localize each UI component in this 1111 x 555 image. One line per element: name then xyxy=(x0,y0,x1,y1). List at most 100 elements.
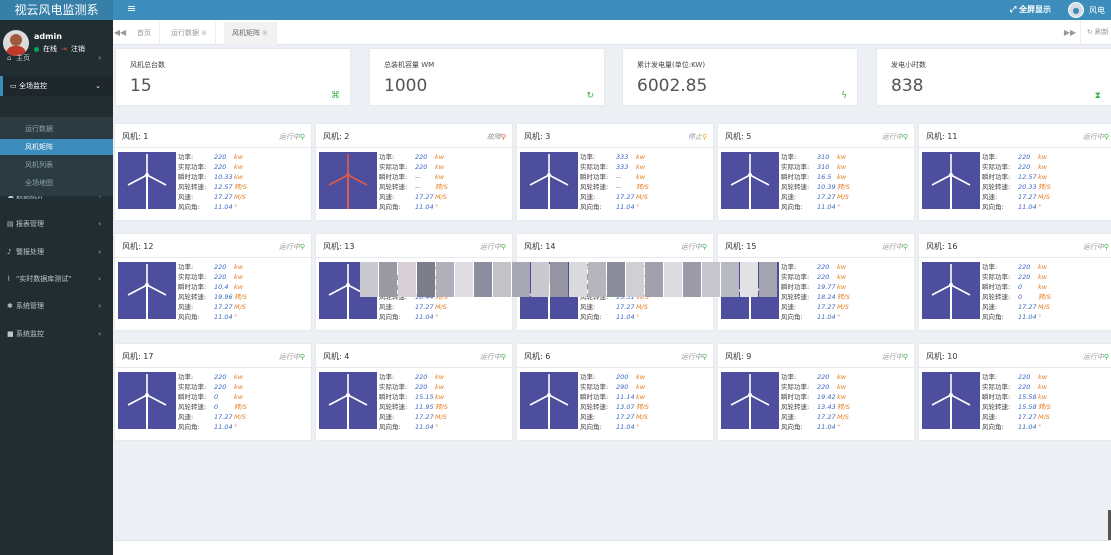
tab-home-label: 首页 xyxy=(137,29,151,37)
blur-block xyxy=(702,262,720,297)
submenu-item-1[interactable]: 风机矩阵 xyxy=(0,139,113,155)
tab-prev-icon[interactable]: ◀◀ xyxy=(113,20,127,45)
field-value: 18.24 xyxy=(817,293,836,301)
field-unit: kw xyxy=(1038,163,1048,171)
turbine-card[interactable]: 风机: 12 运行中⚲ 功率: 220 kw 实际功率: 220 kw 瞬时功率: 10.4 kw 风… xyxy=(114,233,312,331)
turbine-data-row: 风向角: 11.04 ° xyxy=(178,312,308,322)
user-menu[interactable]: ● 风电 xyxy=(1068,2,1105,18)
turbine-card[interactable]: 风机: 5 运行中⚲ 功率: 310 kw 实际功率: 310 kw 瞬时功率: 16.5 kw 风轮… xyxy=(717,123,915,221)
turbine-data-row: 功率: 220 kw xyxy=(982,152,1111,162)
blur-block xyxy=(683,262,701,297)
field-unit: 转/S xyxy=(435,183,448,191)
turbine-data-row: 功率: 220 kw xyxy=(982,262,1111,272)
field-label: 风轮转速: xyxy=(178,183,207,191)
tab-turbine-matrix[interactable]: 风机矩阵 ⊗ xyxy=(224,22,277,45)
stat-box: 发电小时数 838 ⧗ xyxy=(876,48,1111,106)
field-label: 瞬时功率: xyxy=(781,283,810,291)
tab-next-icon[interactable]: ▶▶ xyxy=(1063,20,1077,45)
turbine-card[interactable]: 风机: 6 运行中⚲ 功率: 200 kw 实际功率: 290 kw 瞬时功率: 11.14 kw 风… xyxy=(516,343,714,441)
field-value: 15.58 xyxy=(1018,393,1037,401)
blur-block xyxy=(360,262,378,297)
turbine-name: 风机: 16 xyxy=(926,242,958,251)
turbine-data-row: 实际功率: 220 kw xyxy=(982,272,1111,282)
turbine-data-row: 风速: 17.27 M/S xyxy=(781,192,911,202)
submenu-item-0[interactable]: 运行数据 xyxy=(0,121,113,137)
field-label: 风向角: xyxy=(580,203,602,211)
turbine-status: 运行中⚲ xyxy=(480,352,506,362)
turbine-card[interactable]: 风机: 2 故障⚲ 功率: 220 kw 实际功率: 220 kw 瞬时功率: -- kw 风轮转速:… xyxy=(315,123,513,221)
stat-label: 发电小时数 xyxy=(891,61,926,69)
field-unit: ° xyxy=(435,423,439,431)
turbine-data-row: 风轮转速: 15.58 转/S xyxy=(982,402,1111,412)
field-unit: kw xyxy=(234,153,244,161)
field-label: 风速: xyxy=(178,413,194,421)
turbine-card[interactable]: 风机: 10 运行中⚲ 功率: 220 kw 实际功率: 220 kw 瞬时功率: 15.58 kw… xyxy=(918,343,1111,441)
close-icon[interactable]: ⊗ xyxy=(262,29,268,37)
location-pin-icon: ⚲ xyxy=(299,353,305,361)
turbine-data-row: 瞬时功率: 19.77 kw xyxy=(781,282,911,292)
field-value: 10.39 xyxy=(817,183,836,191)
field-value: 11.14 xyxy=(616,393,635,401)
field-label: 风速: xyxy=(580,413,596,421)
turbine-status-label: 运行中 xyxy=(1082,133,1104,141)
submenu-item-2[interactable]: 风机列表 xyxy=(0,157,113,173)
turbine-card[interactable]: 风机: 4 运行中⚲ 功率: 220 kw 实际功率: 220 kw 瞬时功率: 15.15 kw 风… xyxy=(315,343,513,441)
turbine-card-header: 风机: 15 运行中⚲ xyxy=(718,234,914,258)
turbine-data-row: 风向角: 11.04 ° xyxy=(580,312,710,322)
field-unit: kw xyxy=(435,163,445,171)
turbine-card[interactable]: 风机: 1 运行中⚲ 功率: 220 kw 实际功率: 220 kw 瞬时功率: 10.33 kw 风… xyxy=(114,123,312,221)
field-unit: kw xyxy=(234,373,244,381)
tab-home[interactable]: 首页 xyxy=(129,22,160,45)
turbine-data-row: 瞬时功率: 0 kw xyxy=(178,392,308,402)
sidebar-item-4[interactable]: ♪ 警报处理 ‹ xyxy=(0,242,113,262)
turbine-status: 运行中⚲ xyxy=(882,242,908,252)
field-value: 220 xyxy=(415,163,428,171)
field-label: 风轮转速: xyxy=(781,403,810,411)
location-pin-icon: ⚲ xyxy=(500,243,506,251)
chevron-left-icon: ‹ xyxy=(98,220,101,228)
blur-block xyxy=(588,262,606,297)
sidebar-item-3[interactable]: ▤ 报表管理 ‹ xyxy=(0,214,113,234)
turbine-data-row: 瞬时功率: 11.14 kw xyxy=(580,392,710,402)
camera-icon: ■ xyxy=(7,330,14,338)
sidebar-item-1[interactable]: ▭ 全场监控 ⌄ xyxy=(0,76,113,96)
location-pin-icon: ⚲ xyxy=(1103,243,1109,251)
turbine-card[interactable]: 风机: 16 运行中⚲ 功率: 220 kw 实际功率: 220 kw 瞬时功率: 0 kw 风轮转速… xyxy=(918,233,1111,331)
turbine-card[interactable]: 风机: 3 停止⚲ 功率: 333 kw 实际功率: 333 kw 瞬时功率: -- kw 风轮转速:… xyxy=(516,123,714,221)
turbine-status: 运行中⚲ xyxy=(279,132,305,142)
turbine-data-row: 风速: 17.27 M/S xyxy=(982,302,1111,312)
turbine-card[interactable]: 风机: 11 运行中⚲ 功率: 220 kw 实际功率: 220 kw 瞬时功率: 12.57 kw… xyxy=(918,123,1111,221)
field-label: 风向角: xyxy=(178,203,200,211)
field-unit: kw xyxy=(636,153,646,161)
turbine-card[interactable]: 风机: 17 运行中⚲ 功率: 220 kw 实际功率: 220 kw 瞬时功率: 0 kw 风轮转速… xyxy=(114,343,312,441)
turbine-status-label: 运行中 xyxy=(278,243,300,251)
submenu-item-3[interactable]: 全场地图 xyxy=(0,175,113,191)
turbine-name: 风机: 2 xyxy=(323,132,350,141)
field-label: 瞬时功率: xyxy=(982,283,1011,291)
blur-block xyxy=(398,262,416,297)
turbine-data-row: 瞬时功率: 16.5 kw xyxy=(781,172,911,182)
sidebar-item-0[interactable]: ⌂ 主页 ‹ xyxy=(0,48,113,68)
monitor-icon: ▭ xyxy=(10,82,17,90)
turbine-card[interactable]: 风机: 9 运行中⚲ 功率: 220 kw 实际功率: 220 kw 瞬时功率: 19.42 kw 风… xyxy=(717,343,915,441)
turbine-card-header: 风机: 6 运行中⚲ xyxy=(517,344,713,368)
field-unit: 转/S xyxy=(234,293,247,301)
location-pin-icon: ⚲ xyxy=(299,243,305,251)
field-label: 风轮转速: xyxy=(982,183,1011,191)
fullscreen-button[interactable]: ⤢ 全屏显示 xyxy=(1010,4,1051,15)
tab-run-data[interactable]: 运行数据 ⊗ xyxy=(163,22,216,45)
turbine-name: 风机: 17 xyxy=(122,352,154,361)
sidebar-item-6[interactable]: ✱ 系统管理 ‹ xyxy=(0,296,113,316)
turbine-card-header: 风机: 16 运行中⚲ xyxy=(919,234,1111,258)
refresh-button[interactable]: ↻ 刷新 xyxy=(1079,20,1109,45)
field-unit: kw xyxy=(435,173,445,181)
field-value: 10.4 xyxy=(214,283,229,291)
sidebar-item-5[interactable]: ⌇ "实时数据库测试" ‹ xyxy=(0,269,113,289)
location-pin-icon: ⚲ xyxy=(500,353,506,361)
close-icon[interactable]: ⊗ xyxy=(201,29,207,37)
menu-toggle-icon[interactable]: ≡ xyxy=(127,2,136,15)
turbine-data-row: 功率: 310 kw xyxy=(781,152,911,162)
turbine-data-row: 风向角: 11.04 ° xyxy=(580,422,710,432)
sidebar-item-7[interactable]: ■ 系统监控 ‹ xyxy=(0,324,113,344)
field-value: 17.27 xyxy=(616,413,635,421)
